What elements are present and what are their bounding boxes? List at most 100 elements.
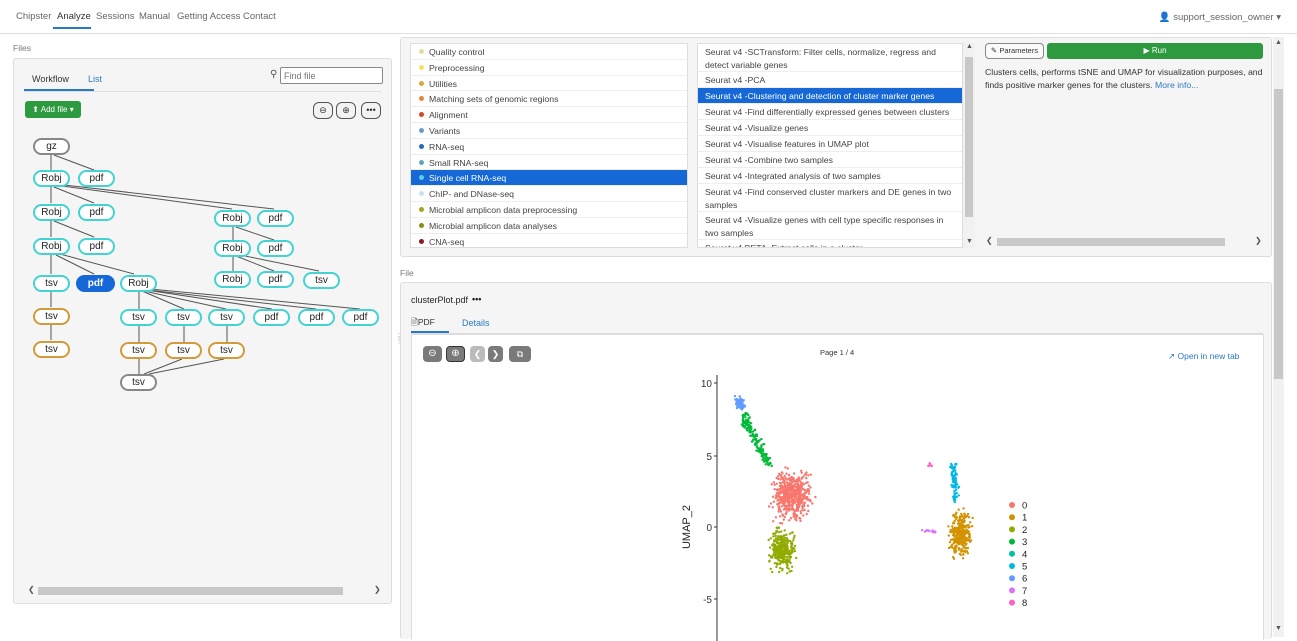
scatter-point-cluster-0 — [792, 515, 795, 518]
workflow-node[interactable]: pdf — [257, 271, 294, 288]
tool-item[interactable]: Seurat v4 -Combine two samples — [698, 152, 962, 168]
category-item[interactable]: RNA-seq — [411, 139, 687, 155]
tool-item[interactable]: Seurat v4 -Visualise features in UMAP pl… — [698, 136, 962, 152]
workflow-node[interactable]: Robj — [33, 204, 70, 221]
workflow-node[interactable]: pdf — [78, 204, 115, 221]
pdf-copy-button[interactable]: ⧉ — [509, 346, 531, 362]
scroll-thumb[interactable] — [1274, 89, 1283, 379]
nav-getting-access[interactable]: Getting Access — [177, 11, 240, 22]
pdf-zoom-in-button[interactable]: ⊕ — [446, 346, 465, 362]
tab-pdf[interactable]: 🗎PDF — [411, 313, 447, 333]
panel-splitter-handle[interactable]: ⋮ ⋮ — [395, 333, 403, 351]
nav-sessions[interactable]: Sessions — [96, 11, 135, 22]
workflow-node[interactable]: Robj — [120, 275, 157, 292]
category-item[interactable]: CNA-seq — [411, 234, 687, 247]
workflow-node[interactable]: tsv — [120, 309, 157, 326]
workflow-node[interactable]: tsv — [120, 342, 157, 359]
scatter-point-cluster-0 — [784, 495, 787, 499]
tool-item[interactable]: Seurat v4 -SCTransform: Filter cells, no… — [698, 44, 962, 72]
pdf-next-page-button[interactable]: ❯ — [488, 346, 503, 362]
parameters-button[interactable]: ✎ Parameters — [985, 43, 1044, 59]
tool-item[interactable]: Seurat v4 -Visualize genes with cell typ… — [698, 212, 962, 240]
workflow-node[interactable]: pdf — [298, 309, 335, 326]
workflow-node[interactable]: tsv — [303, 272, 340, 289]
scroll-thumb[interactable] — [997, 238, 1225, 246]
tool-item[interactable]: Seurat v4 -Find differentially expressed… — [698, 104, 962, 120]
tab-details[interactable]: Details — [462, 318, 490, 328]
category-item[interactable]: Preprocessing — [411, 60, 687, 76]
category-item[interactable]: Matching sets of genomic regions — [411, 91, 687, 108]
scroll-up-icon[interactable]: ▲ — [966, 43, 973, 50]
run-button[interactable]: ▶ Run — [1047, 43, 1263, 59]
workflow-node[interactable]: pdf — [78, 238, 115, 255]
scatter-point-cluster-2 — [785, 566, 789, 569]
tool-list-scrollbar[interactable]: ▲ ▼ — [963, 43, 975, 248]
workflow-node[interactable]: tsv — [165, 309, 202, 326]
scroll-left-icon[interactable]: ❮ — [28, 585, 35, 594]
workflow-node[interactable]: Robj — [33, 170, 70, 187]
more-info-link[interactable]: More info... — [1155, 80, 1198, 90]
category-item[interactable]: Microbial amplicon data analyses — [411, 218, 687, 234]
category-item[interactable]: Microbial amplicon data preprocessing — [411, 202, 687, 218]
page-vertical-scrollbar[interactable]: ▲ ▼ — [1273, 37, 1284, 637]
tool-item[interactable]: Seurat v4 -Integrated analysis of two sa… — [698, 168, 962, 184]
workflow-node[interactable]: Robj — [214, 240, 251, 257]
scroll-right-icon[interactable]: ❯ — [1255, 236, 1262, 245]
workflow-node[interactable]: tsv — [208, 342, 245, 359]
workflow-node[interactable]: tsv — [208, 309, 245, 326]
category-item[interactable]: Variants — [411, 123, 687, 139]
tool-item[interactable]: Seurat v4 -PCA — [698, 72, 962, 88]
workflow-node[interactable]: Robj — [33, 238, 70, 255]
category-item[interactable]: Single cell RNA-seq — [411, 170, 687, 187]
tool-item[interactable]: Seurat v4 -Visualize genes — [698, 120, 962, 136]
scroll-down-icon[interactable]: ▼ — [966, 238, 973, 245]
tool-item[interactable]: Seurat v4 -Clustering and detection of c… — [698, 88, 962, 104]
workflow-node[interactable]: pdf — [257, 210, 294, 227]
nav-analyze[interactable]: Analyze — [57, 11, 91, 22]
category-item[interactable]: ChIP- and DNase-seq — [411, 186, 687, 202]
nav-manual[interactable]: Manual — [139, 11, 170, 22]
category-item[interactable]: Quality control — [411, 44, 687, 60]
workflow-node[interactable]: tsv — [120, 374, 157, 391]
open-new-tab-link[interactable]: ↗ Open in new tab — [1168, 351, 1239, 362]
scatter-point-cluster-2 — [781, 543, 785, 546]
scroll-down-icon[interactable]: ▼ — [1275, 625, 1282, 632]
scroll-thumb[interactable] — [965, 57, 973, 217]
scroll-thumb[interactable] — [38, 587, 343, 595]
nav-chipster[interactable]: Chipster — [16, 11, 51, 22]
category-item[interactable]: Small RNA-seq — [411, 155, 687, 171]
scatter-point-cluster-2 — [778, 562, 781, 566]
workflow-node[interactable]: pdf — [253, 309, 290, 326]
chevron-right-icon: ❯ — [491, 349, 500, 359]
scroll-up-icon[interactable]: ▲ — [1275, 39, 1282, 46]
scatter-point-cluster-0 — [773, 483, 776, 486]
workflow-node[interactable]: pdf — [78, 170, 115, 187]
workflow-node-selected[interactable]: pdf — [76, 275, 115, 292]
scatter-point-cluster-1 — [961, 557, 965, 560]
file-more-button[interactable]: ••• — [472, 294, 481, 304]
workflow-node[interactable]: gz — [33, 138, 70, 155]
scroll-right-icon[interactable]: ❯ — [374, 585, 381, 594]
workflow-node[interactable]: tsv — [33, 341, 70, 358]
detail-horizontal-scrollbar[interactable]: ❮ ❯ — [985, 236, 1263, 247]
category-item[interactable]: Alignment — [411, 107, 687, 123]
workflow-node[interactable]: tsv — [33, 308, 70, 325]
workflow-node[interactable]: tsv — [33, 275, 70, 292]
workflow-node[interactable]: tsv — [165, 342, 202, 359]
workflow-node[interactable]: pdf — [257, 240, 294, 257]
pdf-zoom-out-button[interactable]: ⊖ — [423, 346, 442, 362]
user-menu[interactable]: 👤 support_session_owner ▾ — [1159, 12, 1281, 23]
tool-item[interactable]: Seurat v4 BETA -Extract cells in a clust… — [698, 240, 962, 247]
scatter-point-cluster-1 — [954, 531, 957, 534]
workflow-node[interactable]: pdf — [342, 309, 379, 326]
workflow-node[interactable]: Robj — [214, 210, 251, 227]
scroll-left-icon[interactable]: ❮ — [986, 236, 993, 245]
scatter-point-cluster-3 — [770, 464, 773, 468]
pdf-prev-page-button[interactable]: ❮ — [470, 346, 485, 362]
category-item[interactable]: Utilities — [411, 76, 687, 92]
nav-contact[interactable]: Contact — [243, 11, 276, 22]
scatter-point-cluster-1 — [954, 534, 958, 537]
tool-item[interactable]: Seurat v4 -Find conserved cluster marker… — [698, 184, 962, 212]
workflow-node[interactable]: Robj — [214, 271, 251, 288]
workflow-horizontal-scrollbar[interactable]: ❮ ❯ — [26, 585, 381, 596]
